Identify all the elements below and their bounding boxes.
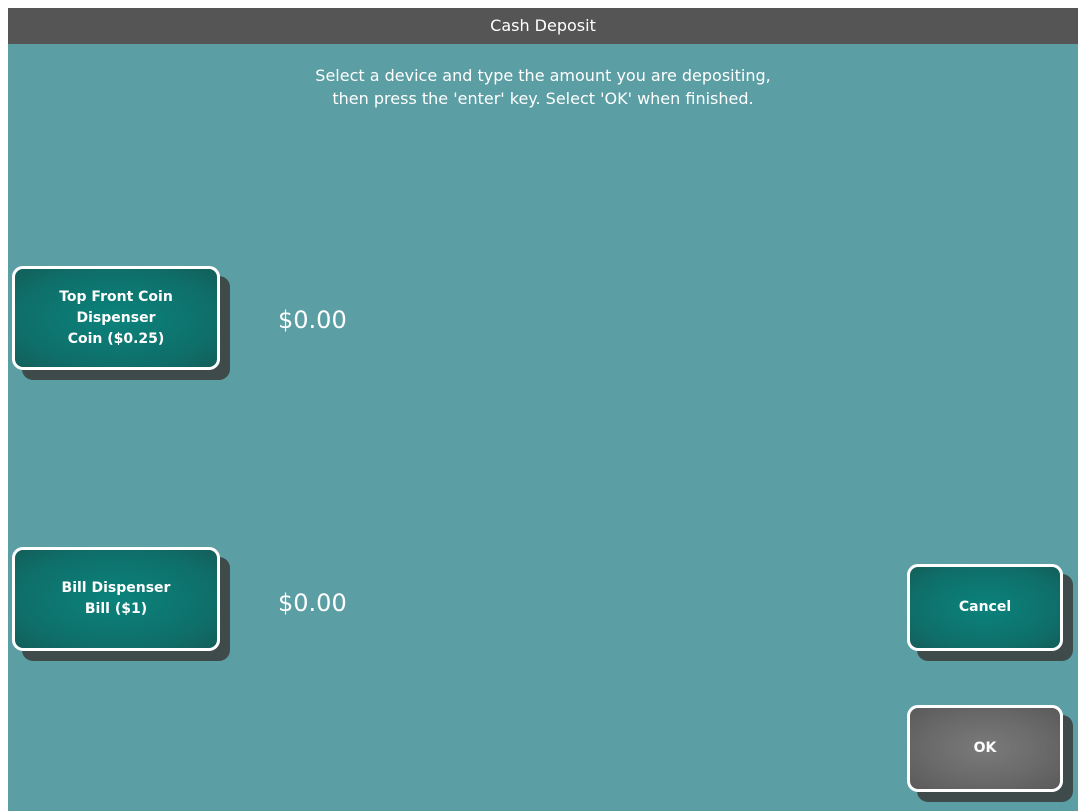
ok-button-label: OK [973,740,997,756]
coin-dispenser-button[interactable]: Top Front Coin Dispenser Coin ($0.25) [12,266,220,370]
cancel-button[interactable]: Cancel [907,564,1063,651]
instructions-text: Select a device and type the amount you … [8,64,1078,110]
bill-dispenser-label-line-1: Bill Dispenser [61,580,171,596]
coin-dispenser-label-line-3: Coin ($0.25) [67,330,165,347]
cancel-button-label: Cancel [958,599,1012,615]
bill-dispenser-label-line-2: Bill ($1) [84,601,148,617]
coin-deposit-amount: $0.00 [278,306,347,334]
bill-deposit-amount: $0.00 [278,589,347,617]
cash-deposit-screen: Cash Deposit Select a device and type th… [8,8,1078,811]
coin-dispenser-label-line-1: Top Front Coin [59,288,173,305]
coin-dispenser-label-line-2: Dispenser [76,309,156,326]
ok-button[interactable]: OK [907,705,1063,792]
bill-dispenser-button[interactable]: Bill Dispenser Bill ($1) [12,547,220,651]
instructions-line-1: Select a device and type the amount you … [315,66,771,85]
instructions-line-2: then press the 'enter' key. Select 'OK' … [332,89,754,108]
window-title: Cash Deposit [8,8,1078,44]
